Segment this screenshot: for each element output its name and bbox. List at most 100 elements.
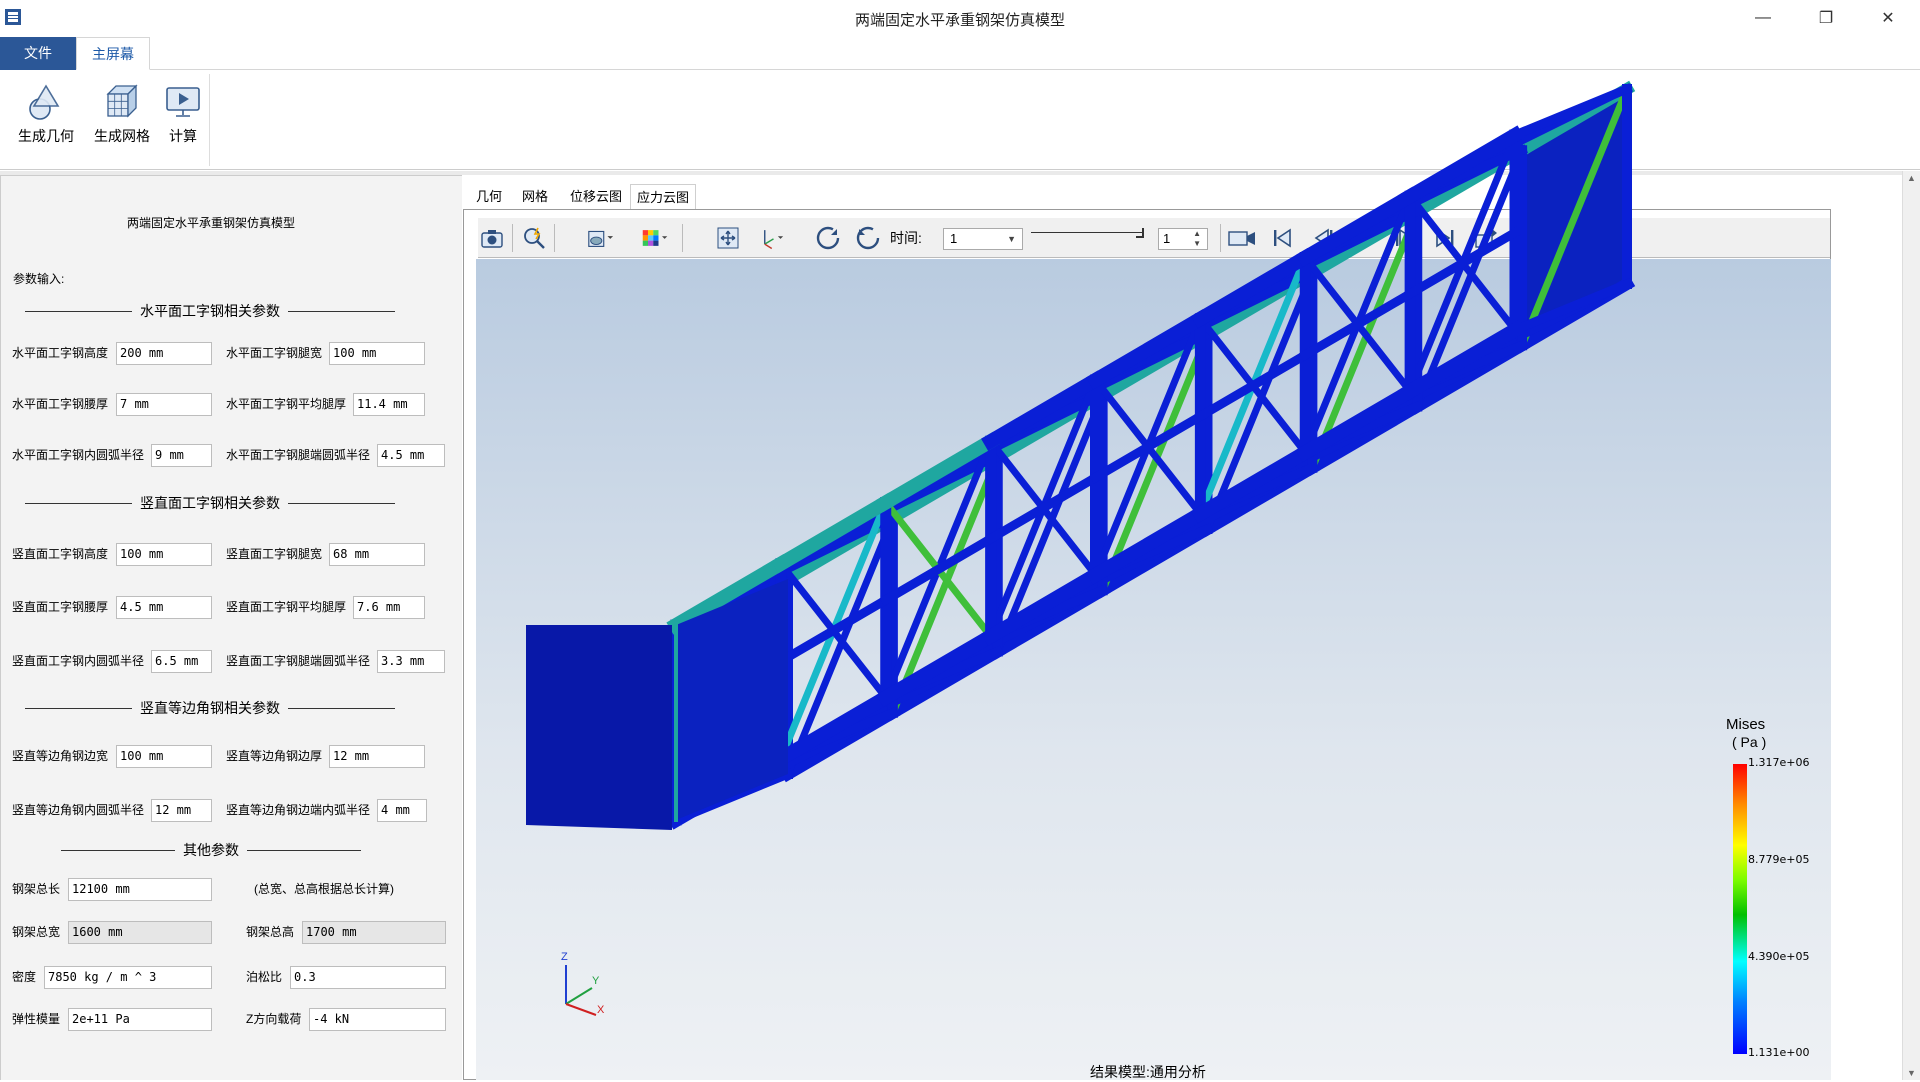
last-frame-button[interactable] xyxy=(1431,224,1459,252)
h-waist-input[interactable]: 7 mm xyxy=(116,393,212,416)
export-icon xyxy=(1475,229,1497,248)
speed-select[interactable]: 1x ▼ xyxy=(1512,228,1590,250)
time-select[interactable]: 1 ▼ xyxy=(943,228,1023,250)
rotate-ccw-button[interactable] xyxy=(854,224,882,252)
v-height-label: 竖直面工字钢高度 xyxy=(12,547,109,561)
generate-geometry-button[interactable]: 生成几何 xyxy=(12,82,80,146)
poisson-input[interactable]: 0.3 xyxy=(290,966,446,989)
zoom-button[interactable] xyxy=(520,224,548,252)
ribbon-separator xyxy=(209,74,210,166)
screenshot-button[interactable] xyxy=(478,224,506,252)
tab-geometry[interactable]: 几何 xyxy=(470,184,508,209)
tab-file[interactable]: 文件 xyxy=(0,37,76,70)
total-length-input[interactable]: 12100 mm xyxy=(68,878,212,901)
skip-back-icon xyxy=(1274,228,1291,248)
tab-home[interactable]: 主屏幕 xyxy=(76,37,150,70)
a-edge-w-input[interactable]: 100 mm xyxy=(116,745,212,768)
record-button[interactable] xyxy=(1226,224,1258,252)
tab-stress[interactable]: 应力云图 xyxy=(630,184,697,209)
v-leg-end-r-label: 竖直面工字钢腿端圆弧半径 xyxy=(226,654,371,668)
next-frame-button[interactable] xyxy=(1390,224,1418,252)
play-icon xyxy=(1357,228,1373,248)
tab-mesh[interactable]: 网格 xyxy=(516,184,554,209)
v-waist-label: 竖直面工字钢腰厚 xyxy=(12,600,109,614)
scroll-up-icon[interactable]: ▲ xyxy=(1907,173,1916,183)
play-button[interactable] xyxy=(1350,224,1378,252)
3d-viewport[interactable] xyxy=(476,259,1831,1080)
video-camera-icon xyxy=(1228,231,1255,246)
maximize-icon: ❐ xyxy=(1818,9,1834,27)
v-inner-r-input[interactable]: 6.5 mm xyxy=(151,650,212,673)
compute-icon xyxy=(166,87,200,117)
geometry-icon xyxy=(29,84,60,120)
legend-color-bar xyxy=(1733,764,1747,1054)
a-edge-t-input[interactable]: 12 mm xyxy=(329,745,425,768)
h-height-label: 水平面工字钢高度 xyxy=(12,346,109,360)
v-waist-input[interactable]: 4.5 mm xyxy=(116,596,212,619)
z-load-input[interactable]: -4 kN xyxy=(309,1008,446,1031)
elastic-modulus-input[interactable]: 2e+11 Pa xyxy=(68,1008,212,1031)
display-mode-icon xyxy=(588,230,614,247)
result-model-label: 结果模型:通用分析 xyxy=(1090,1064,1206,1080)
h-leg-width-input[interactable]: 100 mm xyxy=(329,342,425,365)
parameter-panel: 两端固定水平承重钢架仿真模型 参数输入: 水平面工字钢相关参数 水平面工字钢高度… xyxy=(0,175,462,1080)
h-inner-r-input[interactable]: 9 mm xyxy=(151,444,212,467)
a-inner-r-input[interactable]: 12 mm xyxy=(151,799,212,822)
generate-mesh-button[interactable]: 生成网格 xyxy=(88,82,156,146)
total-height-input: 1700 mm xyxy=(302,921,446,944)
section-horizontal-i-beam: 水平面工字钢相关参数 xyxy=(25,302,395,320)
step-forward-icon xyxy=(1396,228,1414,248)
h-inner-r-label: 水平面工字钢内圆弧半径 xyxy=(12,448,145,462)
color-map-button[interactable] xyxy=(641,224,669,252)
vertical-scrollbar[interactable]: ▲ ▼ xyxy=(1902,171,1920,1080)
h-leg-width-label: 水平面工字钢腿宽 xyxy=(226,346,323,360)
section-title: 其他参数 xyxy=(183,842,239,858)
h-leg-end-r-input[interactable]: 4.5 mm xyxy=(377,444,445,467)
h-avg-leg-label: 水平面工字钢平均腿厚 xyxy=(226,397,347,411)
compute-label: 计算 xyxy=(169,128,197,144)
rotate-icon xyxy=(816,226,840,250)
first-frame-button[interactable] xyxy=(1268,224,1296,252)
h-avg-leg-input[interactable]: 11.4 mm xyxy=(353,393,425,416)
v-leg-width-input[interactable]: 68 mm xyxy=(329,543,425,566)
frame-spinbox[interactable]: 1 ▲ ▼ xyxy=(1158,228,1208,250)
fit-view-button[interactable] xyxy=(714,224,742,252)
axis-view-button[interactable] xyxy=(756,224,784,252)
time-slider-track[interactable] xyxy=(1031,232,1143,233)
ribbon-panel: 生成几何 生成网格 计算 xyxy=(0,70,1920,170)
h-height-input[interactable]: 200 mm xyxy=(116,342,212,365)
display-mode-button[interactable] xyxy=(586,224,614,252)
section-other: 其他参数 xyxy=(61,841,361,859)
v-height-input[interactable]: 100 mm xyxy=(116,543,212,566)
chevron-down-icon: ▼ xyxy=(1574,234,1583,244)
legend-max: 1.317e+06 xyxy=(1748,756,1810,769)
z-load-label: Z方向载荷 xyxy=(246,1012,302,1026)
v-avg-leg-input[interactable]: 7.6 mm xyxy=(353,596,425,619)
density-label: 密度 xyxy=(12,970,37,984)
compute-button[interactable]: 计算 xyxy=(160,82,206,146)
minimize-icon: — xyxy=(1755,8,1771,26)
color-map-icon xyxy=(642,230,668,246)
v-leg-end-r-input[interactable]: 3.3 mm xyxy=(377,650,445,673)
section-title: 竖直面工字钢相关参数 xyxy=(140,495,280,511)
time-slider-handle[interactable] xyxy=(1136,228,1144,238)
a-inner-r-label: 竖直等边角钢内圆弧半径 xyxy=(12,803,145,817)
step-back-icon xyxy=(1314,228,1333,248)
export-button[interactable] xyxy=(1472,224,1500,252)
total-width-input: 1600 mm xyxy=(68,921,212,944)
maximize-button[interactable]: ❐ xyxy=(1796,0,1856,35)
prev-frame-button[interactable] xyxy=(1310,224,1338,252)
app-window: 两端固定水平承重钢架仿真模型 — ❐ ✕ 文件 主屏幕 生成几何 生成网格 计算… xyxy=(0,0,1920,1080)
note-text: (总宽、总高根据总长计算) xyxy=(254,882,394,896)
a-edge-end-r-input[interactable]: 4 mm xyxy=(377,799,427,822)
density-input[interactable]: 7850 kg / m ^ 3 xyxy=(44,966,212,989)
tab-displacement[interactable]: 位移云图 xyxy=(564,184,628,209)
legend-min: 1.131e+00 xyxy=(1748,1046,1810,1059)
h-leg-end-r-label: 水平面工字钢腿端圆弧半径 xyxy=(226,448,371,462)
scroll-down-icon[interactable]: ▼ xyxy=(1907,1068,1916,1078)
total-length-label: 钢架总长 xyxy=(12,882,61,896)
rotate-cw-button[interactable] xyxy=(814,224,842,252)
v-inner-r-label: 竖直面工字钢内圆弧半径 xyxy=(12,654,145,668)
minimize-button[interactable]: — xyxy=(1733,0,1793,35)
close-button[interactable]: ✕ xyxy=(1858,0,1918,35)
